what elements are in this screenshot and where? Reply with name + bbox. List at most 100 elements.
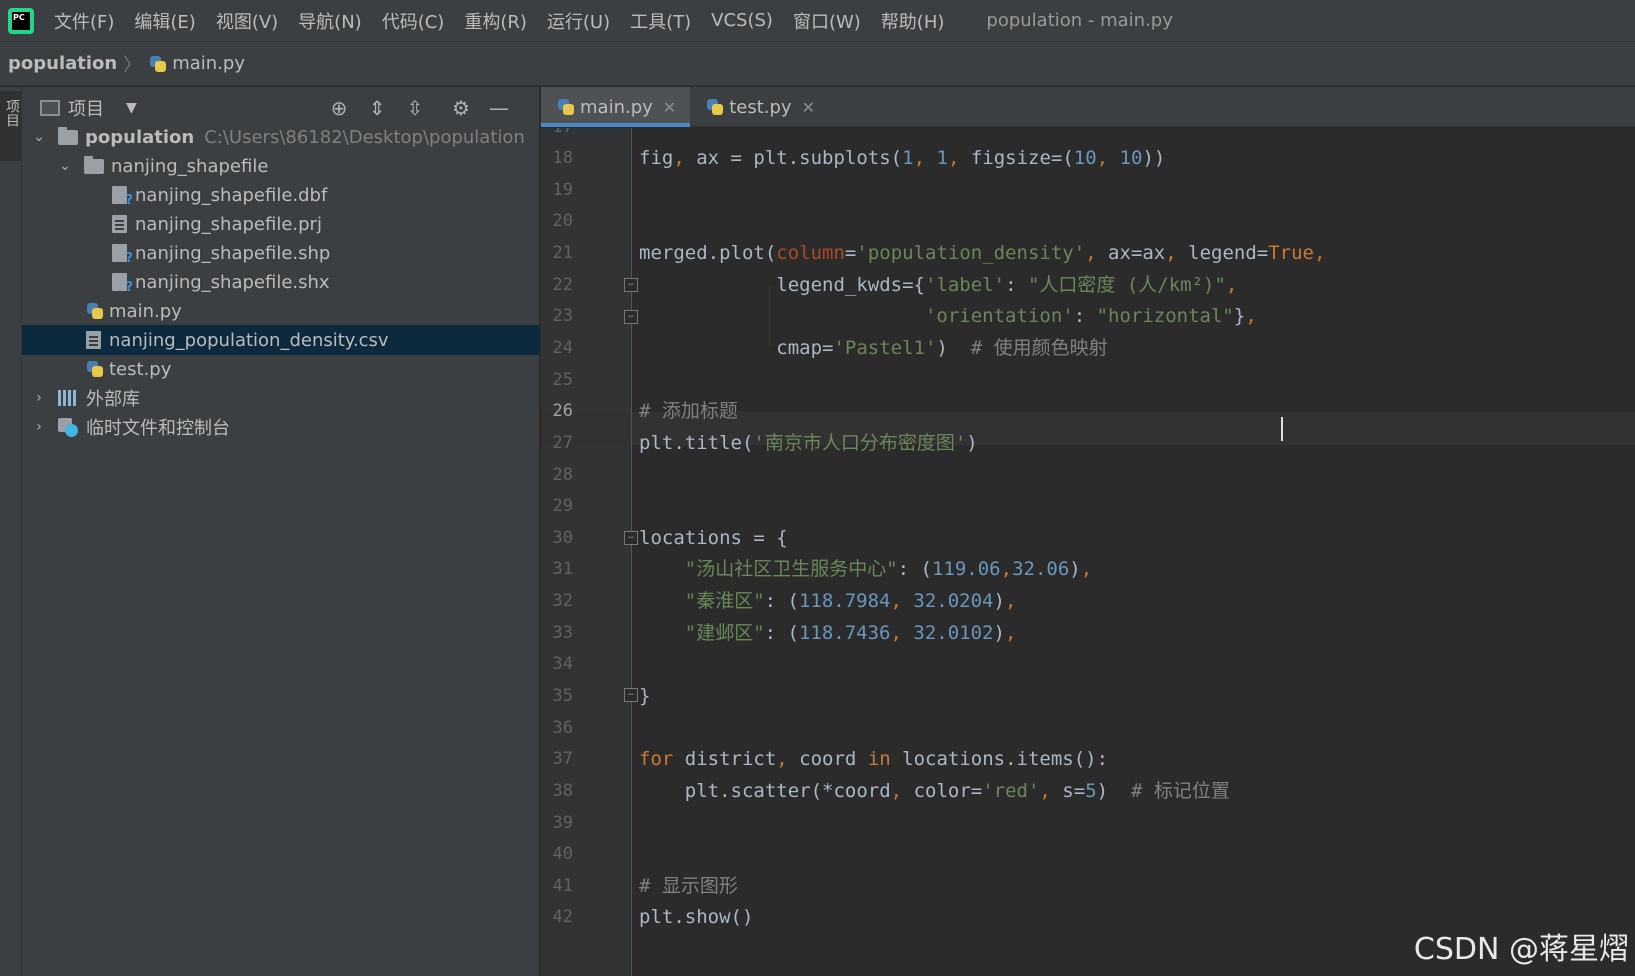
code-line[interactable]: cmap='Pastel1') # 使用颜色映射 — [639, 332, 1107, 365]
tree-item-label: nanjing_shapefile — [111, 155, 269, 177]
close-icon[interactable]: ✕ — [663, 98, 676, 117]
chevron-right-icon[interactable]: › — [32, 419, 46, 435]
chevron-right-icon[interactable]: › — [32, 390, 46, 406]
line-number: 35 — [552, 686, 573, 706]
text-file-icon — [86, 331, 101, 349]
locate-icon[interactable]: ⊕ — [328, 97, 350, 119]
unknown-file-icon: ? — [112, 186, 133, 208]
code-editor[interactable]: 17 18 19 20 21 22 23 24 25 26 27 28 29 3… — [541, 128, 1635, 976]
menu-edit[interactable]: 编辑(E) — [134, 8, 195, 34]
project-tool-tab-label: 项目 — [4, 99, 20, 127]
fold-marker-icon[interactable]: − — [624, 531, 638, 545]
code-line[interactable]: legend_kwds={'label': "人口密度 (人/km²)", — [639, 269, 1237, 302]
tree-item-external-libraries[interactable]: › 外部库 — [22, 383, 540, 413]
fold-marker-icon[interactable]: − — [624, 310, 638, 324]
editor-tabs: main.py ✕ test.py ✕ — [541, 87, 1635, 127]
tree-item-main-py[interactable]: main.py — [22, 296, 540, 326]
chevron-down-icon[interactable]: ⌄ — [58, 158, 72, 174]
project-panel-title[interactable]: 项目 — [68, 95, 104, 121]
tree-item-label: nanjing_shapefile.shx — [135, 271, 330, 293]
breadcrumb-project[interactable]: population — [8, 53, 117, 74]
code-line[interactable]: locations = { — [639, 522, 788, 555]
line-number-current: 26 — [552, 401, 573, 421]
tab-label: main.py — [580, 96, 653, 118]
line-number: 42 — [552, 907, 573, 927]
line-number: 25 — [552, 370, 573, 390]
tree-item-label: 临时文件和控制台 — [86, 418, 230, 439]
menu-code[interactable]: 代码(C) — [382, 8, 445, 34]
code-line[interactable]: merged.plot(column='population_density',… — [639, 237, 1325, 270]
line-number: 19 — [552, 180, 573, 200]
code-line[interactable]: fig, ax = plt.subplots(1, 1, figsize=(10… — [639, 142, 1165, 175]
python-file-icon — [86, 360, 104, 378]
tree-item-shp[interactable]: ? nanjing_shapefile.shp — [22, 238, 540, 268]
unknown-file-icon: ? — [112, 244, 133, 266]
python-file-icon — [557, 98, 575, 116]
pycharm-logo-icon[interactable]: PC — [8, 7, 34, 34]
tree-item-label: nanjing_shapefile.prj — [135, 213, 322, 235]
code-line[interactable]: plt.scatter(*coord, color='red', s=5) # … — [639, 775, 1230, 808]
line-number: 34 — [552, 654, 573, 674]
project-panel: 项目 ▼ ⊕ ⇕ ⇳ ⚙ — ⌄ population C:\Users\861… — [22, 87, 540, 976]
python-file-icon — [86, 302, 104, 320]
tree-item-shx[interactable]: ? nanjing_shapefile.shx — [22, 267, 540, 297]
code-line[interactable]: "秦淮区": (118.7984, 32.0204), — [639, 585, 1017, 618]
line-number: 33 — [552, 623, 573, 643]
tree-item-prj[interactable]: nanjing_shapefile.prj — [22, 209, 540, 239]
tree-item-label: main.py — [109, 300, 182, 322]
code-line[interactable]: } — [639, 680, 650, 713]
code-line[interactable]: # 显示图形 — [639, 870, 738, 903]
close-icon[interactable]: ✕ — [802, 98, 815, 117]
minimize-icon[interactable]: — — [488, 97, 510, 119]
fold-marker-icon[interactable]: − — [624, 278, 638, 292]
line-number: 23 — [552, 306, 573, 326]
menu-bar: PC 文件(F) 编辑(E) 视图(V) 导航(N) 代码(C) 重构(R) 运… — [0, 0, 1635, 42]
line-number: 29 — [552, 496, 573, 516]
watermark: CSDN @蒋星熠 — [1413, 932, 1629, 967]
line-number: 36 — [552, 718, 573, 738]
menu-help[interactable]: 帮助(H) — [881, 8, 945, 34]
line-number: 22 — [552, 275, 573, 295]
chevron-down-icon[interactable]: ⌄ — [32, 129, 46, 145]
menu-file[interactable]: 文件(F) — [54, 8, 114, 34]
code-line[interactable]: 'orientation': "horizontal"}, — [639, 300, 1257, 333]
menu-refactor[interactable]: 重构(R) — [464, 8, 527, 34]
code-line-current[interactable]: # 添加标题 — [639, 395, 738, 428]
breadcrumb-file[interactable]: main.py — [172, 53, 245, 74]
tree-item-scratches[interactable]: › 临时文件和控制台 — [22, 412, 540, 442]
tree-item-population[interactable]: ⌄ population C:\Users\86182\Desktop\popu… — [22, 122, 540, 152]
line-number: 21 — [552, 243, 573, 263]
code-line[interactable]: plt.show() — [639, 901, 753, 934]
gear-icon[interactable]: ⚙ — [450, 97, 472, 119]
code-line[interactable]: plt.title('南京市人口分布密度图') — [639, 427, 978, 460]
line-number: 41 — [552, 876, 573, 896]
project-tool-tab[interactable]: 项目 — [0, 91, 22, 161]
python-file-icon — [149, 55, 167, 73]
chevron-down-icon[interactable]: ▼ — [126, 100, 137, 116]
tree-item-csv[interactable]: nanjing_population_density.csv — [22, 325, 540, 355]
folder-icon — [58, 126, 78, 145]
tree-item-dbf[interactable]: ? nanjing_shapefile.dbf — [22, 180, 540, 210]
menu-tools[interactable]: 工具(T) — [630, 8, 691, 34]
collapse-all-icon[interactable]: ⇳ — [404, 97, 426, 119]
tree-item-test-py[interactable]: test.py — [22, 354, 540, 384]
tab-test-py[interactable]: test.py ✕ — [690, 87, 829, 127]
menu-view[interactable]: 视图(V) — [216, 8, 278, 34]
code-line[interactable]: "建邺区": (118.7436, 32.0102), — [639, 617, 1017, 650]
line-number: 31 — [552, 559, 573, 579]
tab-main-py[interactable]: main.py ✕ — [541, 87, 691, 127]
tree-item-nanjing-shapefile[interactable]: ⌄ nanjing_shapefile — [22, 151, 540, 181]
python-file-icon — [706, 98, 724, 116]
expand-all-icon[interactable]: ⇕ — [366, 97, 388, 119]
code-line[interactable]: for district, coord in locations.items()… — [639, 743, 1108, 776]
text-caret — [1281, 417, 1283, 441]
folder-icon — [84, 155, 104, 174]
menu-navigate[interactable]: 导航(N) — [298, 8, 362, 34]
menu-vcs[interactable]: VCS(S) — [711, 10, 773, 31]
menu-run[interactable]: 运行(U) — [547, 8, 610, 34]
text-file-icon — [112, 215, 127, 233]
menu-window[interactable]: 窗口(W) — [793, 8, 861, 34]
fold-marker-icon[interactable]: − — [624, 688, 638, 702]
code-line[interactable]: "汤山社区卫生服务中心": (119.06,32.06), — [639, 553, 1092, 586]
tree-item-label: nanjing_population_density.csv — [109, 329, 389, 351]
